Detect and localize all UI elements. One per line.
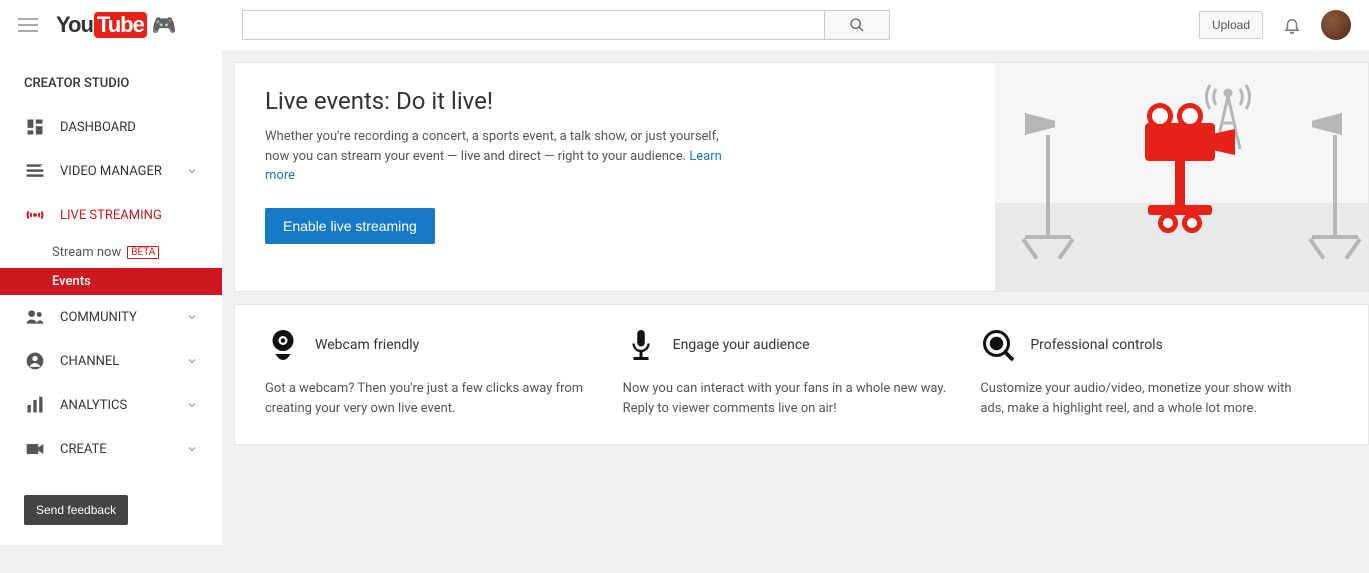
avatar[interactable] [1321,10,1351,40]
sidebar-item-label: CREATE [60,442,186,457]
hero-description: Whether you're recording a concert, a sp… [265,127,725,186]
header: You Tube 🎮 Upload [0,0,1369,50]
chevron-down-icon [186,443,198,455]
content: Live events: Do it live! Whether you're … [222,50,1369,545]
hero-desc-text: Whether you're recording a concert, a sp… [265,129,719,164]
feature-title: Webcam friendly [315,337,419,353]
controls-icon [980,327,1016,363]
sidebar-sub-label: Events [52,274,91,289]
feature-title: Professional controls [1030,337,1162,353]
sidebar: CREATOR STUDIO DASHBOARD VIDEO MANAGER L… [0,50,222,545]
search-icon [849,17,865,33]
hero-title: Live events: Do it live! [265,87,965,115]
analytics-icon [24,394,46,416]
create-icon [24,438,46,460]
sidebar-sub-label: Stream now [52,245,121,260]
sidebar-item-label: LIVE STREAMING [60,208,198,223]
feature-desc: Customize your audio/video, monetize you… [980,379,1308,418]
community-icon [24,306,46,328]
send-feedback-button[interactable]: Send feedback [24,495,128,525]
feature-controls: Professional controls Customize your aud… [980,325,1338,418]
sidebar-item-create[interactable]: CREATE [0,427,222,471]
chevron-down-icon [186,399,198,411]
feature-engage: Engage your audience Now you can interac… [623,325,981,418]
search-input[interactable] [242,10,825,40]
features-panel: Webcam friendly Got a webcam? Then you'r… [234,304,1369,445]
live-streaming-icon [24,204,46,226]
beta-badge: BETA [127,246,159,259]
logo-text-tube: Tube [94,12,147,38]
dashboard-icon [24,116,46,138]
sidebar-item-label: DASHBOARD [60,120,198,135]
chevron-down-icon [186,165,198,177]
sidebar-item-channel[interactable]: CHANNEL [0,339,222,383]
channel-icon [24,350,46,372]
sidebar-title: CREATOR STUDIO [0,70,222,105]
feature-title: Engage your audience [673,337,810,353]
sidebar-item-label: CHANNEL [60,354,186,369]
feature-desc: Now you can interact with your fans in a… [623,379,951,418]
sidebar-item-analytics[interactable]: ANALYTICS [0,383,222,427]
webcam-icon [265,327,301,363]
sidebar-item-label: ANALYTICS [60,398,186,413]
menu-icon[interactable] [18,18,38,32]
chevron-down-icon [186,355,198,367]
sidebar-sub-stream-now[interactable]: Stream now BETA [0,237,222,268]
hero-panel: Live events: Do it live! Whether you're … [234,62,1369,292]
notifications-icon[interactable] [1283,16,1301,34]
enable-live-streaming-button[interactable]: Enable live streaming [265,208,435,244]
sidebar-item-live-streaming[interactable]: LIVE STREAMING [0,193,222,237]
hero-text: Live events: Do it live! Whether you're … [235,63,995,291]
sidebar-item-video-manager[interactable]: VIDEO MANAGER [0,149,222,193]
gaming-icon: 🎮 [152,13,176,38]
search-form [242,10,890,40]
upload-button[interactable]: Upload [1199,11,1263,39]
sidebar-item-label: COMMUNITY [60,310,186,325]
sidebar-item-community[interactable]: COMMUNITY [0,295,222,339]
sidebar-sub-events[interactable]: Events [0,268,222,295]
video-manager-icon [24,160,46,182]
search-button[interactable] [825,10,890,40]
chevron-down-icon [186,311,198,323]
youtube-logo[interactable]: You Tube 🎮 [56,12,176,38]
sidebar-item-dashboard[interactable]: DASHBOARD [0,105,222,149]
feature-webcam: Webcam friendly Got a webcam? Then you'r… [265,325,623,418]
header-right: Upload [1199,10,1351,40]
hero-illustration [995,63,1368,291]
sidebar-item-label: VIDEO MANAGER [60,164,186,179]
logo-text-you: You [56,12,93,38]
feature-desc: Got a webcam? Then you're just a few cli… [265,379,593,418]
microphone-icon [623,327,659,363]
